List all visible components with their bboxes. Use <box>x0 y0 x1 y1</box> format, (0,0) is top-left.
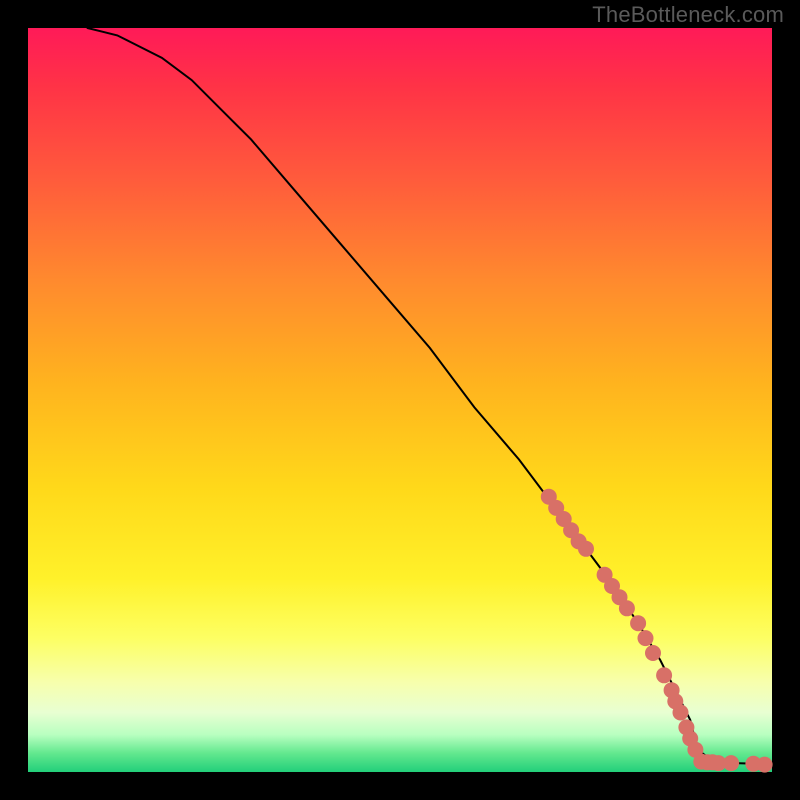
data-marker <box>723 755 739 771</box>
data-marker <box>645 645 661 661</box>
plot-area <box>28 28 772 772</box>
data-marker <box>578 541 594 557</box>
data-marker <box>757 757 773 773</box>
marker-group <box>541 489 773 773</box>
watermark-label: TheBottleneck.com <box>592 2 784 28</box>
data-marker <box>656 667 672 683</box>
data-marker <box>638 630 654 646</box>
data-marker <box>619 600 635 616</box>
curve-line <box>88 28 773 765</box>
chart-svg <box>28 28 772 772</box>
chart-frame: TheBottleneck.com <box>0 0 800 800</box>
data-marker <box>630 615 646 631</box>
data-marker <box>673 705 689 721</box>
